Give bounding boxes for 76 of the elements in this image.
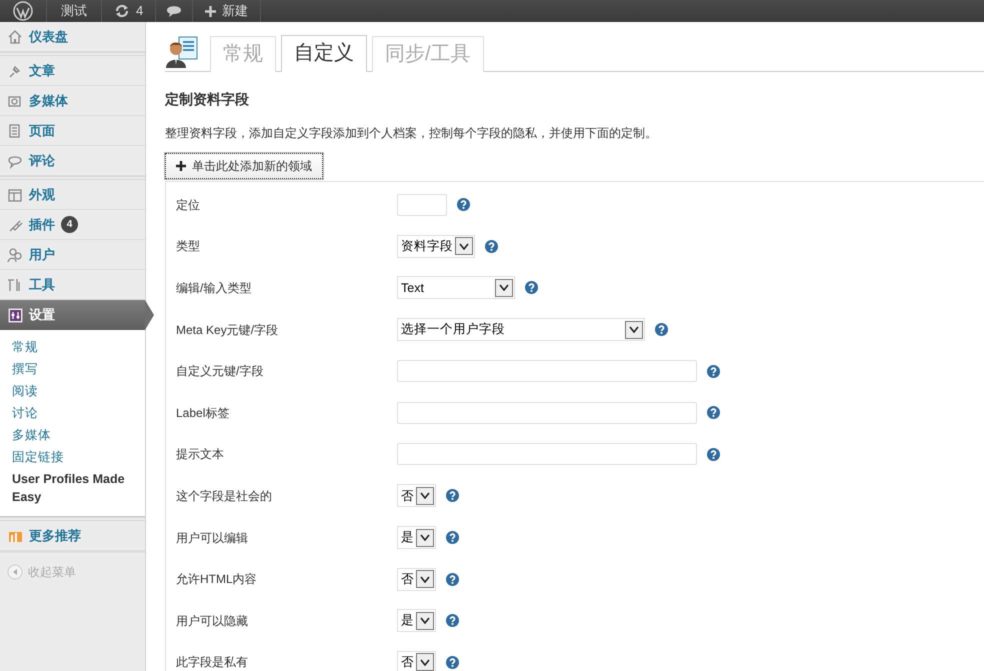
field-label: 提示文本 (176, 446, 225, 464)
select-field[interactable]: 否 (397, 568, 436, 591)
sidebar-item[interactable]: 外观 (0, 180, 145, 210)
help-icon (446, 656, 459, 669)
sidebar-item[interactable]: 插件 4 (0, 210, 145, 240)
caret-icon (420, 658, 430, 666)
caret-icon (420, 492, 430, 500)
caret-icon (420, 576, 430, 583)
submenu-link[interactable]: 阅读 (0, 380, 145, 402)
select-field[interactable]: 否 (397, 484, 436, 508)
submenu-link[interactable]: 撰写 (0, 358, 145, 380)
field-label: 这个字段是社会的 (176, 488, 273, 505)
select-field[interactable]: 资料字段 (397, 234, 475, 258)
sidebar-item[interactable]: 页面 (0, 116, 145, 146)
select-field[interactable]: 是 (397, 609, 436, 632)
sidebar-item[interactable]: 评论 (0, 146, 145, 176)
input-field[interactable] (397, 443, 697, 466)
house-icon (7, 28, 23, 44)
help-icon (446, 531, 459, 544)
people-icon (7, 246, 23, 262)
count-badge: 4 (61, 216, 78, 233)
field-label: 此字段是私有 (176, 654, 249, 671)
section-description: 整理资料字段，添加自定义字段添加到个人档案，控制每个字段的隐私，并使用下面的定制。 (165, 125, 658, 142)
help-icon (446, 572, 459, 586)
sliders-icon (7, 307, 23, 323)
select-field[interactable]: 选择一个用户字段 (397, 318, 645, 342)
submenu-link[interactable]: User Profiles Made Easy (0, 468, 145, 508)
sidebar-item[interactable]: 多媒体 (0, 86, 145, 116)
submenu-link[interactable]: 固定链接 (0, 446, 145, 468)
caret-icon (420, 617, 430, 624)
field-label: 用户可以编辑 (176, 530, 249, 547)
help-icon (446, 489, 459, 502)
caret-icon (499, 284, 509, 292)
field-label: 自定义元键/字段 (176, 363, 264, 380)
refresh-icon (114, 3, 130, 19)
help-icon (707, 448, 720, 461)
help-icon (457, 198, 470, 212)
field-label: 用户可以隐藏 (176, 612, 249, 630)
help-icon (707, 364, 720, 378)
select-field[interactable]: Text (397, 276, 515, 300)
layout-icon (7, 186, 23, 202)
submenu-link[interactable]: 多媒体 (0, 424, 145, 446)
select-field[interactable]: 否 (397, 650, 436, 671)
select-field[interactable]: 是 (397, 526, 436, 550)
speech-bubble-icon (166, 4, 182, 18)
plus-icon (176, 161, 186, 171)
help-icon (525, 281, 538, 294)
field-label: 类型 (176, 238, 201, 256)
user-profile-icon (165, 35, 199, 69)
submenu-link[interactable]: 讨论 (0, 402, 145, 424)
field-label: Label标签 (176, 404, 230, 422)
field-label: 允许HTML内容 (176, 571, 258, 588)
sidebar-item[interactable]: 用户 (0, 240, 145, 270)
input-field[interactable] (397, 194, 447, 216)
help-icon (707, 406, 720, 420)
input-field[interactable] (397, 360, 697, 382)
add-field-button[interactable]: 单击此处添加新的领域 (165, 153, 323, 179)
left-arrow-circle-icon (7, 564, 23, 580)
sidebar-item[interactable]: 更多推荐 (0, 521, 145, 551)
submenu-link[interactable]: 常规 (0, 336, 145, 358)
help-icon (485, 240, 498, 253)
section-title: 定制资料字段 (165, 90, 250, 109)
field-label: 定位 (176, 196, 201, 214)
field-label: Meta Key元键/字段 (176, 322, 280, 339)
caret-icon (420, 534, 430, 542)
sidebar-item[interactable]: 文章 (0, 56, 145, 86)
help-icon (446, 614, 459, 628)
field-label: 编辑/输入类型 (176, 280, 252, 297)
input-field[interactable] (397, 402, 697, 424)
help-icon (655, 323, 668, 336)
plus-icon (205, 6, 216, 16)
tab[interactable]: 自定义 (281, 35, 367, 72)
sidebar-item[interactable]: 仪表盘 (0, 22, 145, 52)
caret-icon (629, 326, 639, 334)
new-content-link[interactable]: 新建 (193, 0, 262, 22)
caret-icon (459, 242, 469, 250)
